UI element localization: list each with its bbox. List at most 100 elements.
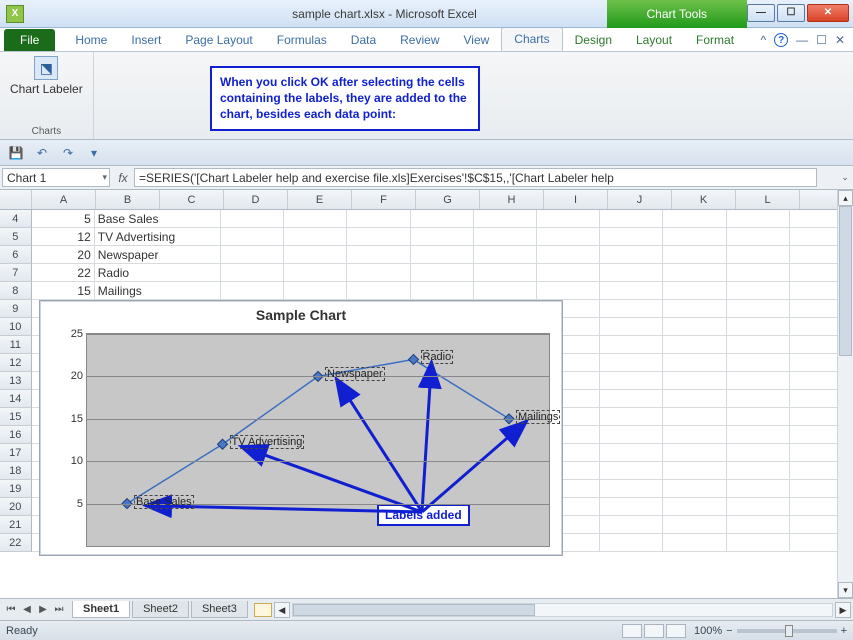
cell[interactable]: 12	[32, 228, 95, 246]
cell[interactable]	[347, 210, 410, 228]
cell[interactable]	[221, 228, 284, 246]
view-page-layout-icon[interactable]	[644, 624, 664, 638]
worksheet[interactable]: A B C D E F G H I J K L 45Base Sales512T…	[0, 190, 853, 570]
cell[interactable]	[474, 228, 537, 246]
cell[interactable]	[537, 282, 600, 300]
cell[interactable]	[663, 426, 726, 444]
close-button[interactable]: ✕	[807, 4, 849, 22]
cell[interactable]	[663, 318, 726, 336]
cell[interactable]	[537, 228, 600, 246]
cell[interactable]	[663, 210, 726, 228]
col-header[interactable]: E	[288, 190, 352, 209]
maximize-button[interactable]: ☐	[777, 4, 805, 22]
row-header[interactable]: 20	[0, 498, 32, 516]
row-header[interactable]: 14	[0, 390, 32, 408]
cell[interactable]	[221, 246, 284, 264]
window-close-icon[interactable]: ✕	[835, 33, 845, 47]
cell[interactable]	[284, 282, 347, 300]
cell[interactable]	[727, 462, 790, 480]
col-header[interactable]: B	[96, 190, 160, 209]
horizontal-scroll-thumb[interactable]	[293, 604, 536, 616]
cell[interactable]	[347, 282, 410, 300]
undo-icon[interactable]: ↶	[32, 143, 52, 163]
cell[interactable]	[411, 282, 474, 300]
grid-row[interactable]: 45Base Sales	[0, 210, 853, 228]
row-header[interactable]: 17	[0, 444, 32, 462]
row-header[interactable]: 16	[0, 426, 32, 444]
scroll-right-button[interactable]: ▶	[835, 602, 851, 618]
tab-layout[interactable]: Layout	[624, 29, 684, 51]
cell[interactable]	[347, 264, 410, 282]
tab-nav-next-icon[interactable]: ▶	[36, 604, 50, 615]
cell[interactable]	[663, 282, 726, 300]
cell[interactable]	[600, 246, 663, 264]
cell[interactable]	[600, 372, 663, 390]
cell[interactable]	[600, 444, 663, 462]
cell[interactable]	[727, 516, 790, 534]
cell[interactable]	[537, 246, 600, 264]
cell[interactable]	[663, 336, 726, 354]
cell[interactable]	[600, 480, 663, 498]
cell[interactable]	[663, 462, 726, 480]
fx-icon[interactable]: fx	[112, 166, 134, 189]
data-label[interactable]: Radio	[422, 351, 453, 363]
cell[interactable]	[663, 264, 726, 282]
grid-row[interactable]: 620Newspaper	[0, 246, 853, 264]
col-header[interactable]: K	[672, 190, 736, 209]
cell[interactable]	[600, 408, 663, 426]
grid-row[interactable]: 512TV Advertising	[0, 228, 853, 246]
cell[interactable]	[347, 228, 410, 246]
cell[interactable]	[663, 372, 726, 390]
cell[interactable]	[600, 336, 663, 354]
cell[interactable]	[411, 210, 474, 228]
row-header[interactable]: 7	[0, 264, 32, 282]
col-header[interactable]: I	[544, 190, 608, 209]
cell[interactable]	[663, 354, 726, 372]
tab-design[interactable]: Design	[563, 29, 624, 51]
scroll-up-button[interactable]: ▴	[838, 190, 853, 206]
chart-plot-area[interactable]: Labels added 510152025Base SalesTV Adver…	[86, 333, 550, 547]
col-header[interactable]: J	[608, 190, 672, 209]
view-page-break-icon[interactable]	[666, 624, 686, 638]
cell[interactable]	[600, 210, 663, 228]
cell[interactable]	[663, 390, 726, 408]
cell[interactable]	[411, 228, 474, 246]
qat-customize-icon[interactable]: ▾	[84, 143, 104, 163]
col-header[interactable]: A	[32, 190, 96, 209]
row-header[interactable]: 12	[0, 354, 32, 372]
cell[interactable]	[474, 264, 537, 282]
cell[interactable]: 5	[32, 210, 95, 228]
data-label[interactable]: Mailings	[517, 411, 559, 423]
row-header[interactable]: 19	[0, 480, 32, 498]
grid-row[interactable]: 722Radio	[0, 264, 853, 282]
cell[interactable]	[663, 246, 726, 264]
cell[interactable]: 20	[32, 246, 95, 264]
cell[interactable]	[347, 246, 410, 264]
scroll-down-button[interactable]: ▾	[838, 582, 853, 598]
cell[interactable]	[663, 534, 726, 552]
minimize-button[interactable]: —	[747, 4, 775, 22]
cell[interactable]	[663, 480, 726, 498]
tab-home[interactable]: Home	[63, 29, 119, 51]
cell[interactable]	[600, 498, 663, 516]
col-header[interactable]: G	[416, 190, 480, 209]
cell[interactable]	[411, 246, 474, 264]
cell[interactable]	[537, 264, 600, 282]
vertical-scroll-thumb[interactable]	[839, 206, 852, 356]
cell[interactable]	[727, 354, 790, 372]
cell[interactable]	[474, 210, 537, 228]
cell[interactable]	[600, 426, 663, 444]
col-header[interactable]: H	[480, 190, 544, 209]
row-header[interactable]: 18	[0, 462, 32, 480]
formula-input[interactable]: =SERIES('[Chart Labeler help and exercis…	[134, 168, 817, 187]
tab-view[interactable]: View	[452, 29, 502, 51]
tab-insert[interactable]: Insert	[119, 29, 173, 51]
row-header[interactable]: 5	[0, 228, 32, 246]
cell[interactable]: Newspaper	[95, 246, 221, 264]
row-header[interactable]: 15	[0, 408, 32, 426]
cell[interactable]	[727, 336, 790, 354]
col-header[interactable]: C	[160, 190, 224, 209]
sheet-tab-3[interactable]: Sheet3	[191, 601, 248, 618]
cell[interactable]	[284, 264, 347, 282]
name-box[interactable]: Chart 1 ▾	[2, 168, 110, 187]
